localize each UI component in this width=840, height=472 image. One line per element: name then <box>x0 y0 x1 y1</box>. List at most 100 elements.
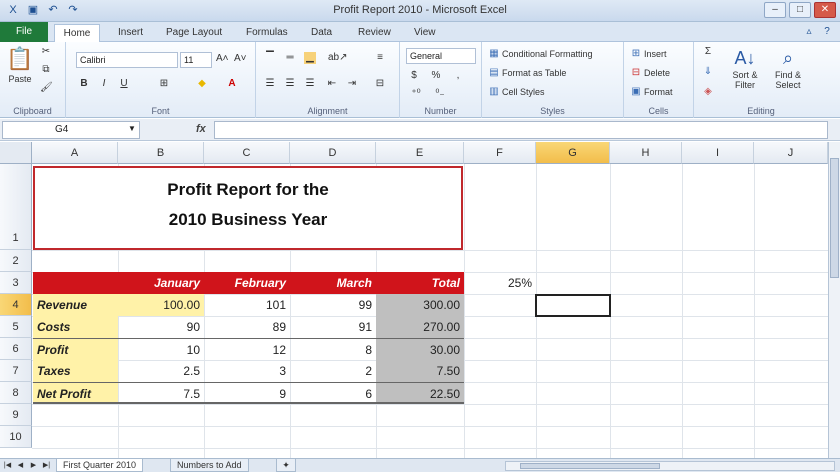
cell-f3[interactable]: 25% <box>464 272 536 294</box>
shrink-font-button[interactable]: A˅ <box>234 53 247 65</box>
column-header-e[interactable]: E <box>376 142 464 164</box>
cell-c6[interactable]: 12 <box>204 338 290 360</box>
cell-d5[interactable]: 91 <box>290 316 376 338</box>
row-header-2[interactable]: 2 <box>0 250 32 272</box>
tab-view[interactable]: View <box>406 24 444 42</box>
cell-d6[interactable]: 8 <box>290 338 376 360</box>
column-header-c[interactable]: C <box>204 142 290 164</box>
select-all-button[interactable] <box>0 142 32 164</box>
header-cell-january[interactable]: January <box>118 272 204 294</box>
top-align-button[interactable]: ▔ <box>264 52 276 64</box>
vertical-scrollbar-thumb[interactable] <box>830 158 839 278</box>
row-header-7[interactable]: 7 <box>0 360 32 382</box>
cell-d7[interactable]: 2 <box>290 360 376 382</box>
insert-function-button[interactable]: fx <box>196 123 206 135</box>
horizontal-scrollbar-thumb[interactable] <box>520 463 660 469</box>
merge-center-button[interactable]: ⊟ <box>374 78 386 90</box>
row-label-net-profit[interactable]: Net Profit <box>33 382 118 404</box>
prev-sheet-icon[interactable]: ◀ <box>15 460 26 471</box>
column-header-g[interactable]: G <box>536 142 610 164</box>
cell-b5[interactable]: 90 <box>118 316 204 338</box>
insert-cells-button[interactable]: ⊞ Insert <box>630 48 667 60</box>
row-header-8[interactable]: 8 <box>0 382 32 404</box>
report-title-box[interactable]: Profit Report for the 2010 Business Year <box>33 166 463 250</box>
align-left-button[interactable]: ☰ <box>264 78 276 90</box>
column-header-j[interactable]: J <box>754 142 828 164</box>
conditional-formatting-button[interactable]: ▦ Conditional Formatting <box>488 48 592 60</box>
new-sheet-button[interactable]: ✦ <box>276 459 296 472</box>
font-color-button[interactable]: A <box>226 78 238 90</box>
tab-file[interactable]: File <box>0 22 48 42</box>
cell-b4[interactable]: 100.00 <box>118 294 204 316</box>
column-header-b[interactable]: B <box>118 142 204 164</box>
row-label-profit[interactable]: Profit <box>33 338 118 360</box>
decrease-decimal-button[interactable]: ⁰₋ <box>434 88 446 100</box>
wrap-text-button[interactable]: ≡ <box>374 52 386 64</box>
italic-button[interactable]: I <box>98 78 110 90</box>
cell-e7[interactable]: 7.50 <box>376 360 464 382</box>
name-box[interactable]: G4 <box>2 121 140 139</box>
autosum-button[interactable]: Σ <box>702 46 714 58</box>
cell-c7[interactable]: 3 <box>204 360 290 382</box>
format-as-table-button[interactable]: ▤ Format as Table <box>488 67 566 79</box>
grow-font-button[interactable]: A˄ <box>216 53 229 65</box>
align-right-button[interactable]: ☰ <box>304 78 316 90</box>
tab-home[interactable]: Home <box>54 24 100 42</box>
cell-e8[interactable]: 22.50 <box>376 382 464 404</box>
maximize-button[interactable]: □ <box>789 2 811 18</box>
active-cell-g4[interactable] <box>535 294 611 317</box>
minimize-button[interactable]: – <box>764 2 786 18</box>
fill-color-button[interactable]: ◆ <box>196 78 208 90</box>
name-box-dropdown-icon[interactable]: ▼ <box>128 124 136 133</box>
number-format-dropdown[interactable]: General <box>406 48 476 64</box>
cell-e6[interactable]: 30.00 <box>376 338 464 360</box>
cell-b6[interactable]: 10 <box>118 338 204 360</box>
help-icon[interactable]: ? <box>820 25 834 39</box>
header-cell-march[interactable]: March <box>290 272 376 294</box>
column-header-d[interactable]: D <box>290 142 376 164</box>
row-header-3[interactable]: 3 <box>0 272 32 294</box>
bold-button[interactable]: B <box>78 78 90 90</box>
row-label-costs[interactable]: Costs <box>33 316 118 338</box>
column-header-h[interactable]: H <box>610 142 682 164</box>
cell-d8[interactable]: 6 <box>290 382 376 404</box>
last-sheet-icon[interactable]: ▶| <box>41 460 52 471</box>
increase-indent-button[interactable]: ⇥ <box>346 78 358 90</box>
cell-d4[interactable]: 99 <box>290 294 376 316</box>
comma-button[interactable]: , <box>452 70 464 82</box>
bottom-align-button[interactable]: ▁ <box>304 52 316 64</box>
row-label-revenue[interactable]: Revenue <box>33 294 118 316</box>
format-painter-button[interactable]: 🖌 <box>40 82 53 94</box>
header-cell-total[interactable]: Total <box>376 272 464 294</box>
format-cells-button[interactable]: ▣ Format <box>630 86 672 98</box>
clear-button[interactable]: ◈ <box>702 86 714 98</box>
sort-filter-button[interactable]: A↓ Sort & Filter <box>728 48 762 90</box>
orientation-button[interactable]: ab↗ <box>328 52 348 64</box>
column-header-f[interactable]: F <box>464 142 536 164</box>
header-cell-blank[interactable] <box>33 272 118 294</box>
cell-c8[interactable]: 9 <box>204 382 290 404</box>
cell-b7[interactable]: 2.5 <box>118 360 204 382</box>
vertical-scrollbar[interactable] <box>828 142 840 458</box>
cell-e5[interactable]: 270.00 <box>376 316 464 338</box>
sheet-tab-numbers-to-add[interactable]: Numbers to Add <box>170 459 249 472</box>
cell-e4[interactable]: 300.00 <box>376 294 464 316</box>
cell-styles-button[interactable]: ▥ Cell Styles <box>488 86 544 98</box>
first-sheet-icon[interactable]: |◀ <box>2 460 13 471</box>
cell-c5[interactable]: 89 <box>204 316 290 338</box>
tab-insert[interactable]: Insert <box>110 24 151 42</box>
cell-c4[interactable]: 101 <box>204 294 290 316</box>
tab-data[interactable]: Data <box>303 24 340 42</box>
row-header-4[interactable]: 4 <box>0 294 32 316</box>
sheet-tab-first-quarter[interactable]: First Quarter 2010 <box>56 459 144 472</box>
horizontal-scrollbar[interactable] <box>505 461 835 471</box>
cell-b8[interactable]: 7.5 <box>118 382 204 404</box>
currency-button[interactable]: $ <box>408 70 420 82</box>
tab-formulas[interactable]: Formulas <box>238 24 296 42</box>
underline-button[interactable]: U <box>118 78 130 90</box>
row-header-6[interactable]: 6 <box>0 338 32 360</box>
row-label-taxes[interactable]: Taxes <box>33 360 118 382</box>
fill-button[interactable]: ⇓ <box>702 66 714 78</box>
increase-decimal-button[interactable]: ⁺⁰ <box>410 88 422 100</box>
close-button[interactable]: ✕ <box>814 2 836 18</box>
